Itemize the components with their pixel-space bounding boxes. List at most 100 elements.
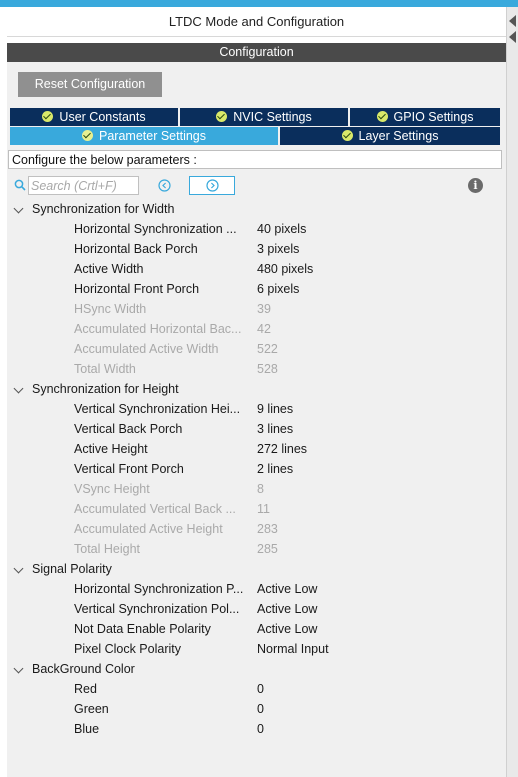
parameter-value[interactable]: 9 lines	[257, 399, 293, 419]
parameter-row: Accumulated Horizontal Bac... 42	[10, 319, 504, 339]
info-icon[interactable]: i	[468, 178, 483, 193]
parameter-row[interactable]: Vertical Front Porch 2 lines	[10, 459, 504, 479]
chevron-down-icon[interactable]	[13, 203, 24, 214]
parameter-value: 528	[257, 362, 278, 376]
parameter-name: Active Height	[74, 442, 148, 456]
parameter-name: Horizontal Synchronization ...	[74, 222, 237, 236]
chevron-down-icon[interactable]	[13, 563, 24, 574]
parameter-value[interactable]: 3 lines	[257, 419, 293, 439]
parameter-name: Vertical Synchronization Pol...	[74, 602, 240, 616]
group-label: Synchronization for Height	[32, 382, 179, 396]
parameter-row[interactable]: Horizontal Synchronization ... 40 pixels	[10, 219, 504, 239]
parameter-name: Vertical Front Porch	[74, 462, 184, 476]
search-icon	[14, 179, 26, 191]
tab-nvic-settings[interactable]: NVIC Settings	[180, 108, 348, 126]
parameter-name: Horizontal Back Porch	[74, 242, 198, 256]
parameter-row[interactable]: Blue 0	[10, 719, 504, 739]
tab-label: GPIO Settings	[393, 110, 474, 124]
parameter-value[interactable]: 480 pixels	[257, 259, 313, 279]
parameter-value[interactable]: Active Low	[257, 579, 317, 599]
group-row[interactable]: Synchronization for Height	[10, 379, 504, 399]
parameter-name: Accumulated Vertical Back ...	[74, 502, 236, 516]
parameter-name: HSync Width	[74, 302, 147, 316]
tab-user-constants[interactable]: User Constants	[10, 108, 178, 126]
parameter-name: Red	[74, 682, 97, 696]
chevron-right-circle-icon	[205, 179, 219, 192]
parameter-row: Accumulated Active Height 283	[10, 519, 504, 539]
parameter-tree: Synchronization for Width Horizontal Sync…	[10, 199, 504, 739]
parameter-row[interactable]: Not Data Enable Polarity Active Low	[10, 619, 504, 639]
configuration-header: Configuration	[7, 43, 506, 62]
parameter-name: Active Width	[74, 262, 144, 276]
right-collapse-rail[interactable]	[506, 7, 518, 777]
check-circle-icon	[216, 111, 228, 122]
search-previous-button[interactable]	[150, 176, 178, 195]
parameter-row[interactable]: Pixel Clock Polarity Normal Input	[10, 639, 504, 659]
chevron-down-icon[interactable]	[13, 663, 24, 674]
chevron-left-circle-icon	[157, 179, 171, 192]
parameter-value: 285	[257, 542, 278, 556]
tab-label: User Constants	[59, 110, 146, 124]
parameter-value: 39	[257, 302, 271, 316]
group-label: BackGround Color	[32, 662, 135, 676]
window-top-accent	[0, 0, 518, 7]
parameter-row[interactable]: Vertical Synchronization Pol... Active Lo…	[10, 599, 504, 619]
group-label: Signal Polarity	[32, 562, 112, 576]
parameter-row[interactable]: Active Width 480 pixels	[10, 259, 504, 279]
parameter-value: 283	[257, 522, 278, 536]
parameter-value[interactable]: 2 lines	[257, 459, 293, 479]
parameter-name: Blue	[74, 722, 100, 736]
tab-layer-settings[interactable]: Layer Settings	[280, 127, 500, 145]
parameter-name: Horizontal Synchronization P...	[74, 582, 244, 596]
parameter-name: Green	[74, 702, 109, 716]
parameter-name: Not Data Enable Polarity	[74, 622, 211, 636]
parameter-row[interactable]: Vertical Back Porch 3 lines	[10, 419, 504, 439]
parameter-name: Vertical Back Porch	[74, 422, 183, 436]
parameter-row: Accumulated Active Width 522	[10, 339, 504, 359]
search-input[interactable]	[28, 176, 139, 195]
parameter-value: 11	[257, 502, 270, 516]
group-row[interactable]: BackGround Color	[10, 659, 504, 679]
parameter-value[interactable]: 0	[257, 699, 264, 719]
tab-gpio-settings[interactable]: GPIO Settings	[350, 108, 500, 126]
parameter-value[interactable]: 6 pixels	[257, 279, 299, 299]
parameter-row[interactable]: Horizontal Back Porch 3 pixels	[10, 239, 504, 259]
check-circle-icon	[42, 111, 54, 122]
parameter-value: 42	[257, 322, 271, 336]
parameter-value[interactable]: 0	[257, 719, 264, 739]
search-next-button[interactable]	[189, 176, 235, 195]
parameter-value[interactable]: Active Low	[257, 599, 317, 619]
parameter-name: Vertical Synchronization Hei...	[74, 402, 241, 416]
parameter-value[interactable]: Active Low	[257, 619, 317, 639]
parameter-row: Accumulated Vertical Back ... 11	[10, 499, 504, 519]
parameter-row[interactable]: Vertical Synchronization Hei... 9 lines	[10, 399, 504, 419]
parameter-value: 8	[257, 482, 264, 496]
chevron-down-icon[interactable]	[13, 383, 24, 394]
parameter-row[interactable]: Green 0	[10, 699, 504, 719]
parameter-row: Total Width 528	[10, 359, 504, 379]
parameter-row[interactable]: Active Height 272 lines	[10, 439, 504, 459]
tab-label: NVIC Settings	[233, 110, 312, 124]
parameter-row: Total Height 285	[10, 539, 504, 559]
tab-parameter-settings[interactable]: Parameter Settings	[10, 127, 278, 145]
parameter-name: Total Width	[74, 362, 136, 376]
parameter-row[interactable]: Horizontal Synchronization P... Active Lo…	[10, 579, 504, 599]
collapse-arrow-icon[interactable]	[509, 15, 516, 27]
collapse-arrow-icon[interactable]	[509, 31, 516, 43]
tab-label: Parameter Settings	[99, 129, 206, 143]
parameter-value[interactable]: 3 pixels	[257, 239, 299, 259]
parameter-value: 522	[257, 342, 278, 356]
check-circle-icon	[341, 130, 353, 141]
parameter-row[interactable]: Horizontal Front Porch 6 pixels	[10, 279, 504, 299]
parameter-value[interactable]: 0	[257, 679, 264, 699]
parameter-value[interactable]: 40 pixels	[257, 219, 306, 239]
group-row[interactable]: Synchronization for Width	[10, 199, 504, 219]
reset-configuration-button[interactable]: Reset Configuration	[18, 72, 162, 97]
parameter-row[interactable]: Red 0	[10, 679, 504, 699]
panel-title: LTDC Mode and Configuration	[7, 8, 506, 37]
parameter-name: Horizontal Front Porch	[74, 282, 200, 296]
parameter-row: HSync Width 39	[10, 299, 504, 319]
group-row[interactable]: Signal Polarity	[10, 559, 504, 579]
parameter-value[interactable]: Normal Input	[257, 639, 329, 659]
parameter-value[interactable]: 272 lines	[257, 439, 307, 459]
